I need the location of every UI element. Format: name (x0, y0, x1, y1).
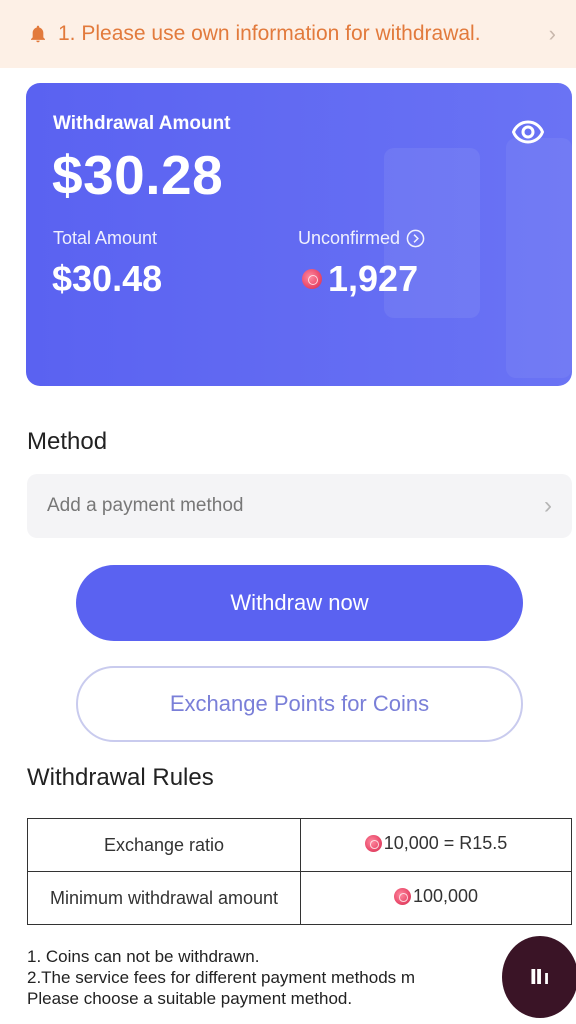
rule-note: Please choose a suitable payment method. (27, 989, 353, 1008)
table-row: Exchange ratio 10,000 = R15.5 (27, 818, 572, 872)
exchange-points-button[interactable]: Exchange Points for Coins (76, 666, 523, 742)
balance-card: Withdrawal Amount $30.28 Total Amount $3… (26, 83, 572, 386)
coin-icon (393, 888, 411, 905)
rule-note: 1. Coins can not be withdrawn. (27, 947, 260, 966)
rule-value: 100,000 (412, 886, 479, 906)
unconfirmed-value-row: 1,927 (302, 258, 418, 300)
bars-icon: Ⅱı (529, 966, 551, 989)
method-title: Method (27, 428, 108, 455)
rule-value: 10,000 = R15.5 (383, 833, 508, 853)
chevron-right-icon: › (544, 492, 552, 519)
rules-notes: 1. Coins can not be withdrawn. 2.The ser… (27, 946, 507, 1009)
withdrawal-rules-title: Withdrawal Rules (27, 764, 214, 791)
chevron-right-icon[interactable]: › (549, 21, 556, 47)
notice-text: 1. Please use own information for withdr… (58, 22, 481, 45)
bell-icon (31, 25, 45, 43)
payment-method-placeholder: Add a payment method (47, 495, 244, 516)
withdraw-now-button[interactable]: Withdraw now (76, 565, 523, 641)
payment-method-selector[interactable]: Add a payment method › (27, 474, 572, 538)
rule-label: Exchange ratio (27, 818, 301, 872)
rule-value-cell: 10,000 = R15.5 (300, 818, 572, 872)
coin-icon (302, 269, 322, 289)
withdrawal-amount-value: $30.28 (52, 144, 224, 206)
coin-icon (364, 835, 382, 852)
total-amount-label: Total Amount (53, 228, 158, 248)
notice-bar[interactable]: 1. Please use own information for withdr… (0, 0, 576, 68)
table-row: Minimum withdrawal amount 100,000 (27, 871, 572, 925)
card-decoration (506, 138, 572, 378)
eye-icon[interactable] (512, 120, 544, 144)
unconfirmed-label: Unconfirmed (298, 228, 401, 248)
rule-note: 2.The service fees for different payment… (27, 968, 416, 987)
floating-action-button[interactable]: Ⅱı (502, 936, 576, 1018)
rule-label: Minimum withdrawal amount (27, 871, 301, 925)
withdrawal-amount-label: Withdrawal Amount (53, 113, 231, 134)
rule-value-cell: 100,000 (300, 871, 572, 925)
rules-table: Exchange ratio 10,000 = R15.5 Minimum wi… (27, 818, 572, 925)
chevron-circle-icon[interactable] (406, 229, 425, 248)
unconfirmed-label-row[interactable]: Unconfirmed (298, 228, 425, 249)
total-amount-value: $30.48 (52, 258, 163, 299)
unconfirmed-value: 1,927 (328, 258, 419, 299)
